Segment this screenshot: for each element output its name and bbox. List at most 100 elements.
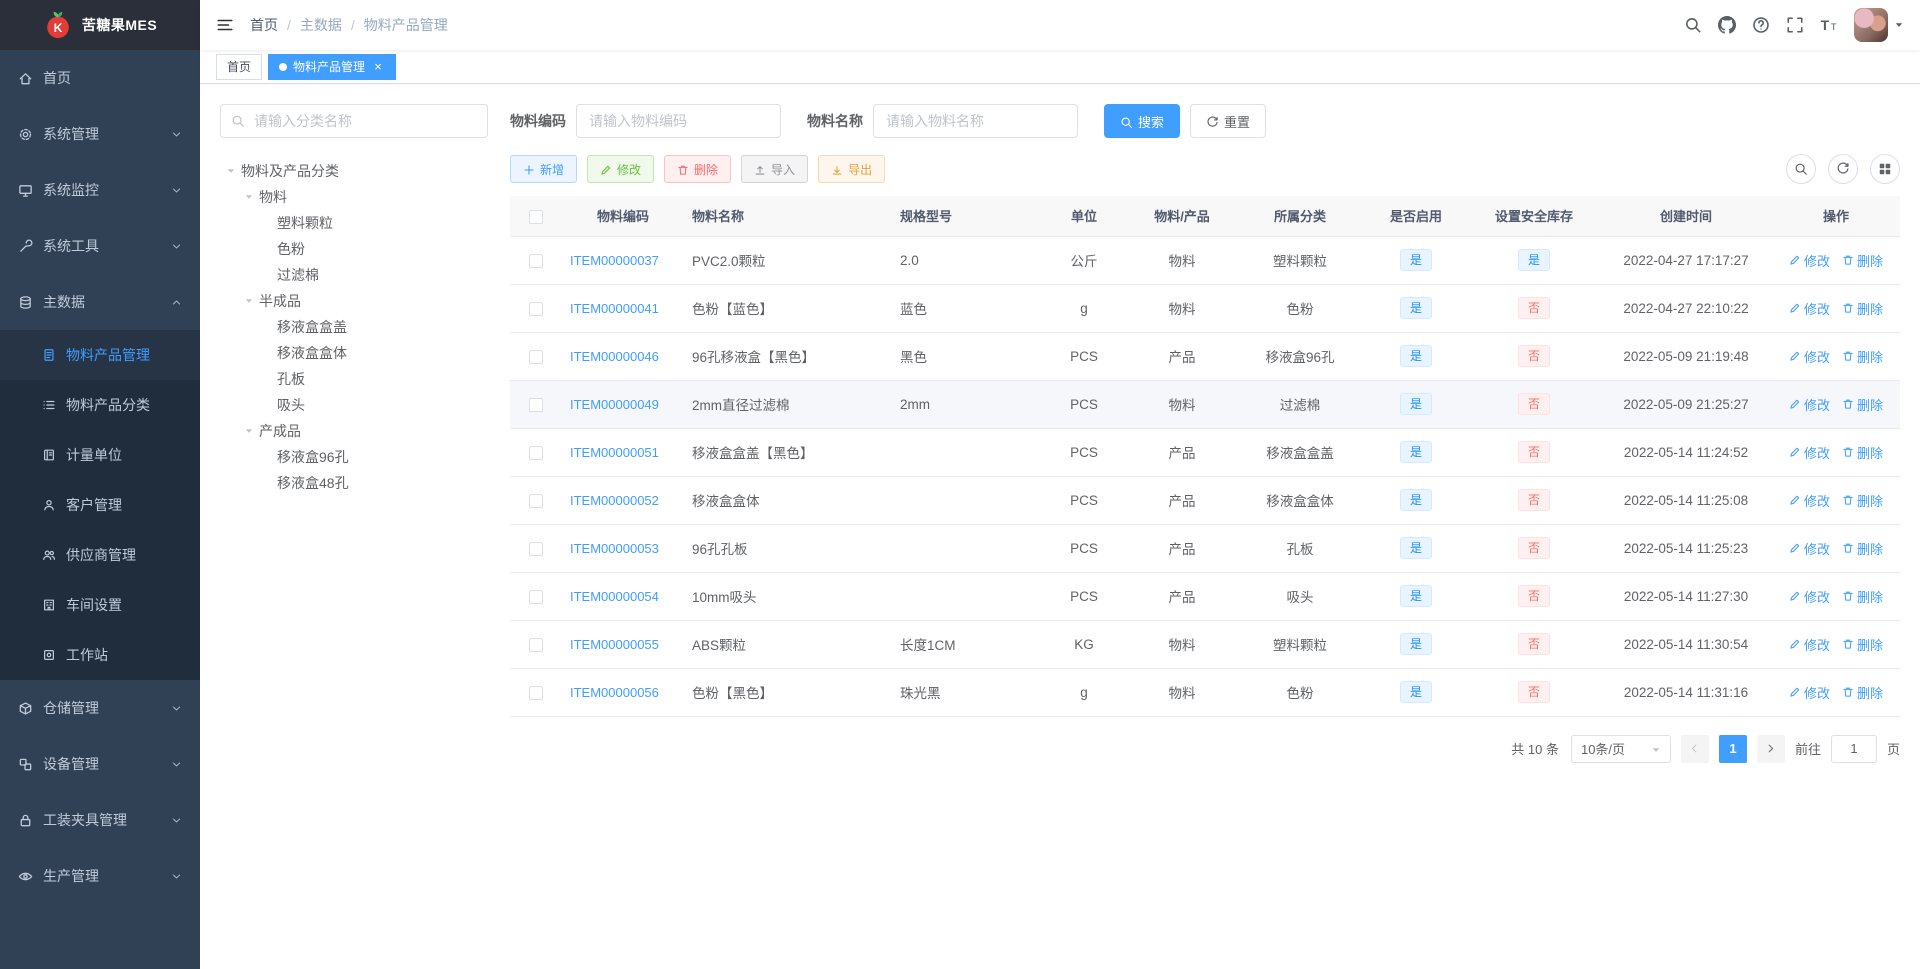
columns-toggle-button[interactable] bbox=[1870, 154, 1900, 184]
app-logo[interactable]: K 苦糖果MES bbox=[0, 0, 200, 50]
tree-node[interactable]: 移液盒96孔 bbox=[220, 444, 488, 470]
row-checkbox[interactable] bbox=[529, 301, 543, 316]
next-page-button[interactable] bbox=[1756, 734, 1785, 763]
tree-node[interactable]: 塑料颗粒 bbox=[220, 210, 488, 236]
delete-row-link[interactable]: 删除 bbox=[1842, 347, 1883, 366]
edit-row-link[interactable]: 修改 bbox=[1789, 251, 1830, 270]
table-row-6[interactable]: ITEM00000053 96孔孔板 PCS 产品 孔板 是 否 2022-05-14 11:… bbox=[510, 524, 1900, 573]
delete-row-link[interactable]: 删除 bbox=[1842, 635, 1883, 654]
import-button[interactable]: 导入 bbox=[741, 155, 809, 183]
reset-button[interactable]: 重置 bbox=[1190, 104, 1267, 138]
item-code-link[interactable]: ITEM00000056 bbox=[570, 685, 659, 700]
tree-node[interactable]: 孔板 bbox=[220, 366, 488, 392]
item-code-link[interactable]: ITEM00000051 bbox=[570, 445, 659, 460]
delete-row-link[interactable]: 删除 bbox=[1842, 491, 1883, 510]
breadcrumb-item-0[interactable]: 首页 bbox=[250, 15, 278, 35]
goto-page-input[interactable] bbox=[1830, 734, 1877, 763]
edit-row-link[interactable]: 修改 bbox=[1789, 347, 1830, 366]
item-code-link[interactable]: ITEM00000046 bbox=[570, 349, 659, 364]
sidebar-item-1[interactable]: 系统管理 bbox=[0, 106, 200, 162]
table-row-0[interactable]: ITEM00000037 PVC2.0颗粒 2.0 公斤 物料 塑料颗粒 是 是 2022-04… bbox=[510, 236, 1900, 285]
row-checkbox[interactable] bbox=[529, 445, 543, 460]
row-checkbox[interactable] bbox=[529, 637, 543, 652]
sidebar-item-4[interactable]: 主数据 bbox=[0, 274, 200, 330]
page-size-select[interactable]: 10条/页 bbox=[1570, 734, 1671, 763]
edit-row-link[interactable]: 修改 bbox=[1789, 299, 1830, 318]
edit-row-link[interactable]: 修改 bbox=[1789, 395, 1830, 414]
table-row-8[interactable]: ITEM00000055 ABS颗粒 长度1CM KG 物料 塑料颗粒 是 否 2022-05-… bbox=[510, 620, 1900, 669]
row-checkbox[interactable] bbox=[529, 397, 543, 412]
delete-row-link[interactable]: 删除 bbox=[1842, 683, 1883, 702]
item-code-link[interactable]: ITEM00000041 bbox=[570, 301, 659, 316]
edit-row-link[interactable]: 修改 bbox=[1789, 587, 1830, 606]
tree-node[interactable]: 吸头 bbox=[220, 392, 488, 418]
table-row-9[interactable]: ITEM00000056 色粉【黑色】 珠光黑 g 物料 色粉 是 否 2022-05-14 1… bbox=[510, 668, 1900, 717]
sidebar-subitem-4-0[interactable]: 物料产品管理 bbox=[0, 330, 200, 380]
export-button[interactable]: 导出 bbox=[818, 155, 886, 183]
refresh-table-button[interactable] bbox=[1828, 154, 1858, 184]
sidebar-item-2[interactable]: 系统监控 bbox=[0, 162, 200, 218]
search-button[interactable]: 搜索 bbox=[1104, 104, 1181, 138]
table-row-4[interactable]: ITEM00000051 移液盒盒盖【黑色】 PCS 产品 移液盒盒盖 是 否 2022-05… bbox=[510, 428, 1900, 477]
table-row-2[interactable]: ITEM00000046 96孔移液盒【黑色】 黑色 PCS 产品 移液盒96孔 是 否 202… bbox=[510, 332, 1900, 381]
prev-page-button[interactable] bbox=[1680, 734, 1709, 763]
sidebar-item-7[interactable]: 工装夹具管理 bbox=[0, 792, 200, 848]
delete-row-link[interactable]: 删除 bbox=[1842, 299, 1883, 318]
table-row-1[interactable]: ITEM00000041 色粉【蓝色】 蓝色 g 物料 色粉 是 否 2022-04-27 22… bbox=[510, 284, 1900, 333]
row-checkbox[interactable] bbox=[529, 685, 543, 700]
row-checkbox[interactable] bbox=[529, 541, 543, 556]
table-row-3[interactable]: ITEM00000049 2mm直径过滤棉 2mm PCS 物料 过滤棉 是 否 2022-05… bbox=[510, 380, 1900, 429]
row-checkbox[interactable] bbox=[529, 253, 543, 268]
tree-node[interactable]: 移液盒48孔 bbox=[220, 470, 488, 496]
material-code-input[interactable] bbox=[576, 104, 781, 138]
tree-node[interactable]: 半成品 bbox=[220, 288, 488, 314]
sidebar-subitem-4-5[interactable]: 车间设置 bbox=[0, 580, 200, 630]
row-checkbox[interactable] bbox=[529, 589, 543, 604]
tree-node[interactable]: 色粉 bbox=[220, 236, 488, 262]
page-number-1[interactable]: 1 bbox=[1718, 734, 1747, 763]
add-button[interactable]: 新增 bbox=[510, 155, 578, 183]
table-row-7[interactable]: ITEM00000054 10mm吸头 PCS 产品 吸头 是 否 2022-05-14 11… bbox=[510, 572, 1900, 621]
question-icon[interactable] bbox=[1752, 16, 1770, 34]
sidebar-subitem-4-1[interactable]: 物料产品分类 bbox=[0, 380, 200, 430]
edit-row-link[interactable]: 修改 bbox=[1789, 443, 1830, 462]
delete-row-link[interactable]: 删除 bbox=[1842, 587, 1883, 606]
tree-node[interactable]: 过滤棉 bbox=[220, 262, 488, 288]
item-code-link[interactable]: ITEM00000052 bbox=[570, 493, 659, 508]
delete-button[interactable]: 删除 bbox=[664, 155, 732, 183]
item-code-link[interactable]: ITEM00000037 bbox=[570, 253, 659, 268]
font-size-icon[interactable]: TT bbox=[1820, 16, 1838, 34]
delete-row-link[interactable]: 删除 bbox=[1842, 251, 1883, 270]
sidebar-subitem-4-3[interactable]: 客户管理 bbox=[0, 480, 200, 530]
edit-row-link[interactable]: 修改 bbox=[1789, 635, 1830, 654]
item-code-link[interactable]: ITEM00000049 bbox=[570, 397, 659, 412]
row-checkbox[interactable] bbox=[529, 493, 543, 508]
sidebar-item-0[interactable]: 首页 bbox=[0, 50, 200, 106]
tree-node[interactable]: 物料及产品分类 bbox=[220, 158, 488, 184]
fullscreen-icon[interactable] bbox=[1786, 16, 1804, 34]
table-row-5[interactable]: ITEM00000052 移液盒盒体 PCS 产品 移液盒盒体是否 2022-05-14 … bbox=[510, 476, 1900, 525]
breadcrumb-item-1[interactable]: 主数据 bbox=[300, 15, 342, 35]
tree-node[interactable]: 物料 bbox=[220, 184, 488, 210]
sidebar-item-6[interactable]: 设备管理 bbox=[0, 736, 200, 792]
select-all-checkbox[interactable] bbox=[529, 209, 543, 224]
sidebar-item-5[interactable]: 仓储管理 bbox=[0, 680, 200, 736]
edit-row-link[interactable]: 修改 bbox=[1789, 491, 1830, 510]
tree-node[interactable]: 移液盒盒体 bbox=[220, 340, 488, 366]
avatar[interactable] bbox=[1854, 8, 1888, 42]
tree-node[interactable]: 移液盒盒盖 bbox=[220, 314, 488, 340]
delete-row-link[interactable]: 删除 bbox=[1842, 443, 1883, 462]
sidebar-subitem-4-4[interactable]: 供应商管理 bbox=[0, 530, 200, 580]
category-search-input[interactable] bbox=[252, 112, 477, 130]
row-checkbox[interactable] bbox=[529, 349, 543, 364]
edit-row-link[interactable]: 修改 bbox=[1789, 539, 1830, 558]
delete-row-link[interactable]: 删除 bbox=[1842, 539, 1883, 558]
toggle-search-button[interactable] bbox=[1786, 154, 1816, 184]
menu-collapse-button[interactable] bbox=[216, 16, 234, 34]
item-code-link[interactable]: ITEM00000055 bbox=[570, 637, 659, 652]
sidebar-item-8[interactable]: 生产管理 bbox=[0, 848, 200, 904]
sidebar-item-3[interactable]: 系统工具 bbox=[0, 218, 200, 274]
material-name-input[interactable] bbox=[873, 104, 1078, 138]
github-icon[interactable] bbox=[1718, 16, 1736, 34]
delete-row-link[interactable]: 删除 bbox=[1842, 395, 1883, 414]
